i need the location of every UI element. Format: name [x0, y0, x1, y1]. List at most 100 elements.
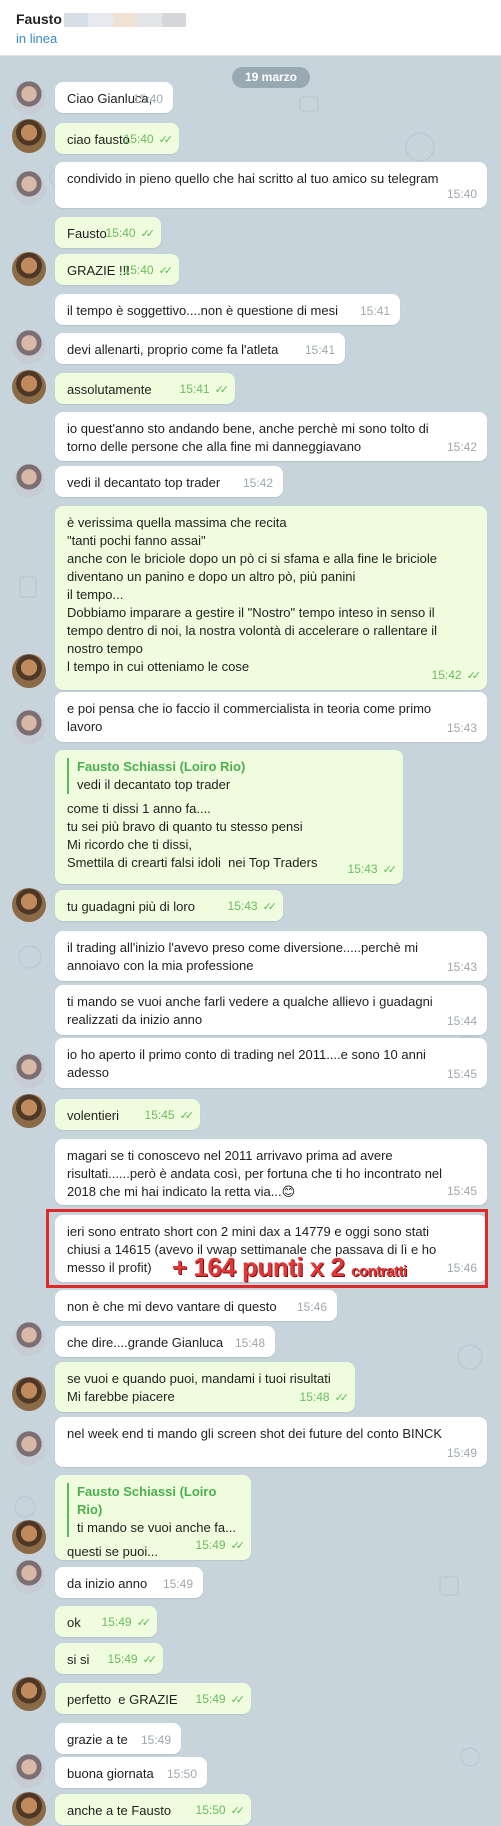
message-text: condivido in pieno quello che hai scritt…	[67, 171, 439, 186]
message-outgoing[interactable]: si si 15:49 ✓✓	[55, 1643, 163, 1674]
message-outgoing-reply[interactable]: Fausto Schiassi (Loiro Rio) vedi il deca…	[55, 750, 403, 884]
avatar[interactable]	[12, 464, 46, 498]
message-text: vedi il decantato top trader	[67, 475, 221, 490]
avatar[interactable]	[12, 81, 46, 115]
message-text: io ho aperto il primo conto di trading n…	[67, 1047, 426, 1080]
message-time: 15:41	[304, 343, 335, 357]
message-outgoing[interactable]: anche a te Fausto 15:50 ✓✓	[55, 1794, 251, 1825]
message-time: 15:43	[446, 721, 477, 735]
double-check-icon: ✓✓	[140, 228, 156, 240]
message-time: 15:44	[446, 1014, 477, 1028]
message-time: 15:43	[446, 960, 477, 974]
message-outgoing[interactable]: Fausto 15:40 ✓✓	[55, 217, 161, 248]
message-outgoing[interactable]: è verissima quella massima che recita "t…	[55, 506, 487, 690]
message-time: 15:40	[446, 187, 477, 201]
avatar[interactable]	[12, 1677, 46, 1711]
message-text: si si	[67, 1652, 90, 1667]
message-text: ti mando se vuoi anche farli vedere a qu…	[67, 994, 433, 1027]
message-text: è verissima quella massima che recita "t…	[67, 515, 437, 674]
message-outgoing[interactable]: volentieri 15:45 ✓✓	[55, 1099, 200, 1130]
message-text: il tempo è soggettivo....non è questione…	[67, 303, 338, 318]
message-text: assolutamente	[67, 382, 152, 397]
message-time: 15:49	[162, 1577, 193, 1591]
message-time: 15:40	[132, 92, 163, 106]
message-incoming[interactable]: e poi pensa che io faccio il commerciali…	[55, 692, 487, 742]
redaction-block	[88, 13, 113, 27]
message-incoming[interactable]: condivido in pieno quello che hai scritt…	[55, 162, 487, 208]
avatar[interactable]	[12, 1054, 46, 1088]
avatar[interactable]	[12, 370, 46, 404]
avatar[interactable]	[12, 330, 46, 364]
avatar[interactable]	[12, 1792, 46, 1826]
message-incoming[interactable]: magari se ti conoscevo nel 2011 arrivavo…	[55, 1139, 487, 1205]
message-incoming[interactable]: io quest'anno sto andando bene, anche pe…	[55, 412, 487, 461]
message-time: 15:40	[105, 226, 136, 240]
message-text: che dire....grande Gianluca	[67, 1335, 224, 1350]
avatar[interactable]	[12, 888, 46, 922]
message-outgoing[interactable]: GRAZIE !!! 15:40 ✓✓	[55, 254, 179, 285]
message-incoming[interactable]: Ciao Gianluca, 15:40	[55, 82, 173, 113]
message-incoming[interactable]: grazie a te 15:49	[55, 1723, 181, 1754]
double-check-icon: ✓✓	[230, 1694, 246, 1706]
message-text: se vuoi e quando puoi, mandami i tuoi ri…	[67, 1371, 331, 1404]
message-outgoing[interactable]: ok 15:49 ✓✓	[55, 1606, 157, 1637]
message-time: 15:41	[359, 304, 390, 318]
message-time: 15:42	[446, 440, 477, 454]
message-list[interactable]: 19 marzo Ciao Gianluca, 15:40 ciao faust…	[0, 57, 501, 1826]
message-incoming[interactable]: che dire....grande Gianluca 15:48	[55, 1326, 275, 1357]
message-text: Fausto	[67, 226, 107, 241]
message-incoming[interactable]: da inizio anno 15:49	[55, 1567, 203, 1598]
message-time: 15:40	[123, 132, 154, 146]
avatar[interactable]	[12, 119, 46, 153]
message-incoming[interactable]: non è che mi devo vantare di questo 15:4…	[55, 1290, 337, 1321]
avatar[interactable]	[12, 171, 46, 205]
message-text: e poi pensa che io faccio il commerciali…	[67, 701, 432, 734]
avatar[interactable]	[12, 1377, 46, 1411]
contact-name[interactable]: Fausto	[16, 11, 62, 27]
double-check-icon: ✓✓	[466, 670, 482, 682]
message-outgoing[interactable]: se vuoi e quando puoi, mandami i tuoi ri…	[55, 1362, 355, 1412]
message-time: 15:50	[195, 1803, 226, 1817]
message-incoming[interactable]: io ho aperto il primo conto di trading n…	[55, 1038, 487, 1088]
message-outgoing[interactable]: tu guadagni più di loro 15:43 ✓✓	[55, 890, 283, 921]
message-outgoing[interactable]: ciao fausto 15:40 ✓✓	[55, 123, 179, 154]
reply-quote[interactable]: Fausto Schiassi (Loiro Rio) vedi il deca…	[67, 758, 391, 794]
message-time: 15:42	[242, 476, 273, 490]
message-text: devi allenarti, proprio come fa l'atleta	[67, 342, 279, 357]
profit-annotation: + 164 punti x 2 contratti	[172, 1252, 407, 1283]
double-check-icon: ✓✓	[214, 384, 230, 396]
avatar[interactable]	[12, 1322, 46, 1356]
redaction-block	[112, 13, 138, 27]
double-check-icon: ✓✓	[158, 265, 174, 277]
message-incoming[interactable]: ti mando se vuoi anche farli vedere a qu…	[55, 985, 487, 1035]
avatar[interactable]	[12, 1520, 46, 1554]
avatar[interactable]	[12, 1431, 46, 1465]
avatar[interactable]	[12, 1094, 46, 1128]
message-text: anche a te Fausto	[67, 1803, 172, 1818]
message-outgoing[interactable]: assolutamente 15:41 ✓✓	[55, 373, 235, 404]
message-incoming[interactable]: il trading all'inizio l'avevo preso come…	[55, 931, 487, 981]
message-incoming[interactable]: buona giornata 15:50	[55, 1757, 207, 1788]
avatar[interactable]	[12, 710, 46, 744]
avatar[interactable]	[12, 654, 46, 688]
message-incoming[interactable]: nel week end ti mando gli screen shot de…	[55, 1417, 487, 1467]
message-incoming[interactable]: vedi il decantato top trader 15:42	[55, 466, 283, 497]
profit-annotation-main: + 164 punti x 2	[172, 1252, 345, 1282]
message-time: 15:46	[296, 1300, 327, 1314]
message-time: 15:40	[123, 263, 154, 277]
message-incoming[interactable]: devi allenarti, proprio come fa l'atleta…	[55, 333, 345, 364]
message-outgoing[interactable]: perfetto e GRAZIE 15:49 ✓✓	[55, 1683, 251, 1714]
avatar[interactable]	[12, 1754, 46, 1788]
message-text: ciao fausto	[67, 132, 130, 147]
avatar[interactable]	[12, 1560, 46, 1594]
message-time: 15:43	[227, 899, 258, 913]
message-text: nel week end ti mando gli screen shot de…	[67, 1426, 443, 1441]
reply-quote[interactable]: Fausto Schiassi (Loiro Rio) ti mando se …	[67, 1483, 239, 1537]
message-time: 15:45	[446, 1067, 477, 1081]
avatar[interactable]	[12, 252, 46, 286]
message-incoming[interactable]: il tempo è soggettivo....non è questione…	[55, 294, 400, 325]
message-text: il trading all'inizio l'avevo preso come…	[67, 940, 419, 973]
redaction-block	[137, 13, 162, 27]
message-outgoing-reply[interactable]: Fausto Schiassi (Loiro Rio) ti mando se …	[55, 1475, 251, 1560]
redaction-block	[64, 13, 89, 27]
